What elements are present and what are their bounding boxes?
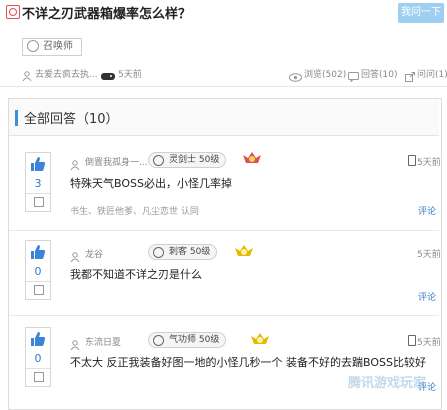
- user-icon: [70, 247, 80, 263]
- vote-divider: [26, 368, 50, 369]
- comment-link[interactable]: 评论: [418, 204, 436, 217]
- answer-author[interactable]: 倒置我孤身一...: [85, 155, 148, 168]
- thumbs-up-icon[interactable]: [30, 244, 46, 260]
- answer-author[interactable]: 东流日夏: [85, 335, 121, 348]
- mobile-icon: [408, 335, 416, 346]
- vote-box: 0: [25, 240, 51, 300]
- header-divider: [0, 86, 447, 87]
- comment-link[interactable]: 评论: [418, 290, 436, 303]
- question-author[interactable]: 去爱去疯去执...: [35, 67, 98, 80]
- answer-text: 不太大 反正我装备好图一地的小怪几秒一个 装备不好的去踹BOSS比较好: [70, 356, 426, 369]
- question-title: 不详之刃武器箱爆率怎么样？: [22, 7, 192, 22]
- chat-icon: [348, 67, 359, 83]
- answer-count[interactable]: 回答(10): [361, 67, 397, 80]
- tag-label: 召唤师: [43, 41, 73, 52]
- thumbs-down-icon[interactable]: [34, 372, 44, 382]
- thumbs-up-icon[interactable]: [30, 331, 46, 347]
- vote-divider: [26, 281, 50, 282]
- thumbs-down-icon[interactable]: [34, 285, 44, 295]
- share-icon: [405, 67, 415, 82]
- follow-count[interactable]: 问问(1): [417, 67, 447, 80]
- level-badge: 灵剑士 50级: [148, 152, 227, 168]
- medal-icon: [234, 243, 254, 259]
- endorsements: 书生、铁匠他爹、凡尘恋世 认同: [70, 207, 199, 217]
- medal-icon: [250, 331, 270, 347]
- medal-icon: [242, 150, 262, 166]
- mobile-icon: [408, 155, 416, 166]
- answer-divider: [9, 315, 439, 316]
- answer-time: 5天前: [417, 338, 441, 348]
- user-icon: [70, 155, 80, 171]
- gamepad-icon: [100, 66, 116, 80]
- question-time: 5天前: [118, 70, 142, 80]
- vote-box: 3: [25, 152, 51, 212]
- view-count: 浏览(502): [304, 70, 347, 80]
- vote-divider: [26, 193, 50, 194]
- section-accent: [15, 110, 18, 126]
- user-icon: [22, 66, 32, 82]
- thumbs-down-icon[interactable]: [34, 197, 44, 207]
- level-label: 灵剑士 50级: [169, 155, 220, 165]
- question-icon: [6, 5, 20, 19]
- vote-box: 0: [25, 327, 51, 387]
- vote-count: 3: [34, 177, 42, 190]
- level-label: 气功师 50级: [169, 335, 220, 345]
- thumbs-up-icon[interactable]: [30, 156, 46, 172]
- class-icon: [153, 155, 164, 166]
- category-tag[interactable]: 召唤师: [22, 38, 82, 56]
- level-badge: 气功师 50级: [148, 332, 227, 348]
- eye-icon: [289, 67, 302, 82]
- answer-author[interactable]: 龙谷: [85, 247, 103, 260]
- watermark: 腾讯游戏玩家: [348, 376, 427, 391]
- answer-time: 5天前: [417, 250, 441, 260]
- ask-button[interactable]: 我问一下: [398, 3, 444, 23]
- answer-text: 特殊天气BOSS必出，小怪几率掉: [70, 177, 232, 190]
- user-icon: [70, 335, 80, 351]
- answer-divider: [9, 230, 439, 231]
- answer-time: 5天前: [417, 158, 441, 168]
- level-badge: 刺客 50级: [148, 244, 218, 260]
- tag-icon: [27, 40, 39, 52]
- class-icon: [153, 335, 164, 346]
- answers-title: 全部回答（10）: [24, 112, 119, 127]
- vote-count: 0: [34, 265, 42, 278]
- vote-count: 0: [34, 352, 42, 365]
- level-label: 刺客 50级: [169, 247, 211, 257]
- answer-text: 我都不知道不详之刃是什么: [70, 268, 202, 281]
- class-icon: [153, 247, 164, 258]
